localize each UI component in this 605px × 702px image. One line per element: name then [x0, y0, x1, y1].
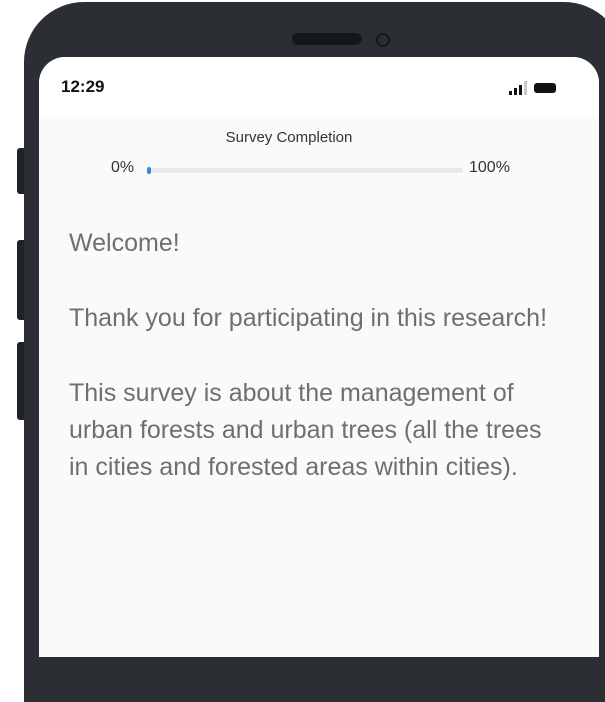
survey-description: This survey is about the management of u… [69, 379, 542, 481]
thank-you-text: Thank you for participating in this rese… [69, 304, 548, 332]
progress-min-label: 0% [111, 159, 135, 176]
speaker-grille [292, 33, 362, 45]
front-camera [376, 33, 390, 47]
signal-icon [509, 81, 527, 95]
status-bar: 12:29 [39, 57, 599, 117]
survey-intro: Welcome! Thank you for participating in … [69, 225, 559, 524]
progress-bar-fill [147, 167, 151, 174]
welcome-heading: Welcome! [69, 229, 180, 257]
phone-screen: 12:29 Survey Completion 0% 100% Welcome!… [39, 57, 599, 657]
progress-title: Survey Completion [225, 129, 353, 146]
progress-bar [147, 167, 463, 174]
progress-max-label: 100% [469, 159, 510, 176]
battery-icon [534, 83, 556, 93]
status-time: 12:29 [61, 77, 105, 96]
